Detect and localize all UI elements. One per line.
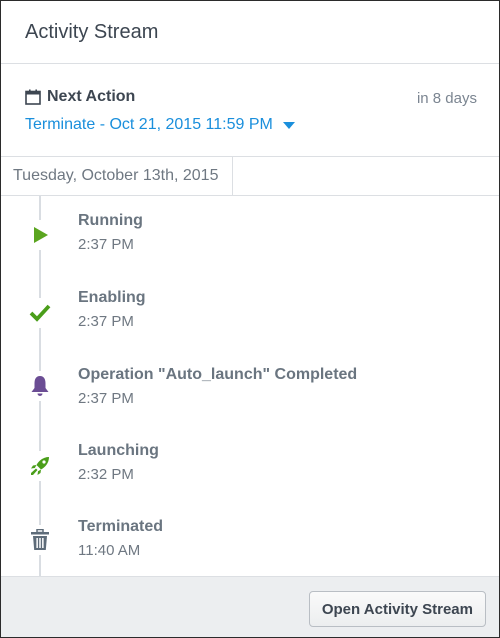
open-activity-stream-button[interactable]: Open Activity Stream [308, 591, 486, 627]
event-time: 2:37 PM [78, 390, 134, 407]
event-time: 11:40 AM [78, 542, 141, 559]
trash-icon [25, 525, 55, 555]
timeline-event: Launching 2:32 PM [1, 442, 499, 502]
next-action-section: Next Action in 8 days Terminate - Oct 21… [1, 64, 499, 157]
next-action-dropdown[interactable]: Terminate - Oct 21, 2015 11:59 PM [25, 116, 295, 134]
timeline-event: Operation "Auto_launch" Completed 2:37 P… [1, 366, 499, 426]
activity-stream-panel: Activity Stream Next Action in 8 days Te… [0, 0, 500, 638]
event-title: Running [78, 212, 143, 229]
timeline-event: Enabling 2:37 PM [1, 289, 499, 349]
play-icon [25, 220, 55, 250]
event-title: Launching [78, 442, 159, 459]
checkmark-icon [25, 298, 55, 328]
date-header: Tuesday, October 13th, 2015 [1, 157, 234, 195]
event-title: Operation "Auto_launch" Completed [78, 366, 358, 383]
next-action-relative-time: in 8 days [416, 90, 477, 107]
event-title: Terminated [78, 518, 164, 535]
next-action-label: Next Action [47, 88, 136, 105]
event-time: 2:37 PM [78, 236, 134, 253]
event-time: 2:32 PM [78, 466, 134, 483]
rocket-icon [25, 451, 55, 481]
caret-down-icon[interactable] [282, 121, 295, 129]
next-action-heading: Next Action [25, 88, 135, 106]
panel-footer: Open Activity Stream [1, 576, 499, 637]
event-title: Enabling [78, 289, 146, 306]
calendar-icon [25, 89, 41, 105]
panel-title: Activity Stream [25, 20, 159, 43]
date-header-row: Tuesday, October 13th, 2015 [1, 157, 499, 196]
timeline: Running 2:37 PM Enabling 2:37 PM Operati… [1, 196, 499, 578]
timeline-event: Terminated 11:40 AM [1, 518, 499, 578]
next-action-value[interactable]: Terminate - Oct 21, 2015 11:59 PM [25, 116, 273, 134]
timeline-event: Running 2:37 PM [1, 212, 499, 272]
bell-icon [25, 371, 55, 401]
panel-header: Activity Stream [1, 1, 499, 64]
event-time: 2:37 PM [78, 313, 134, 330]
